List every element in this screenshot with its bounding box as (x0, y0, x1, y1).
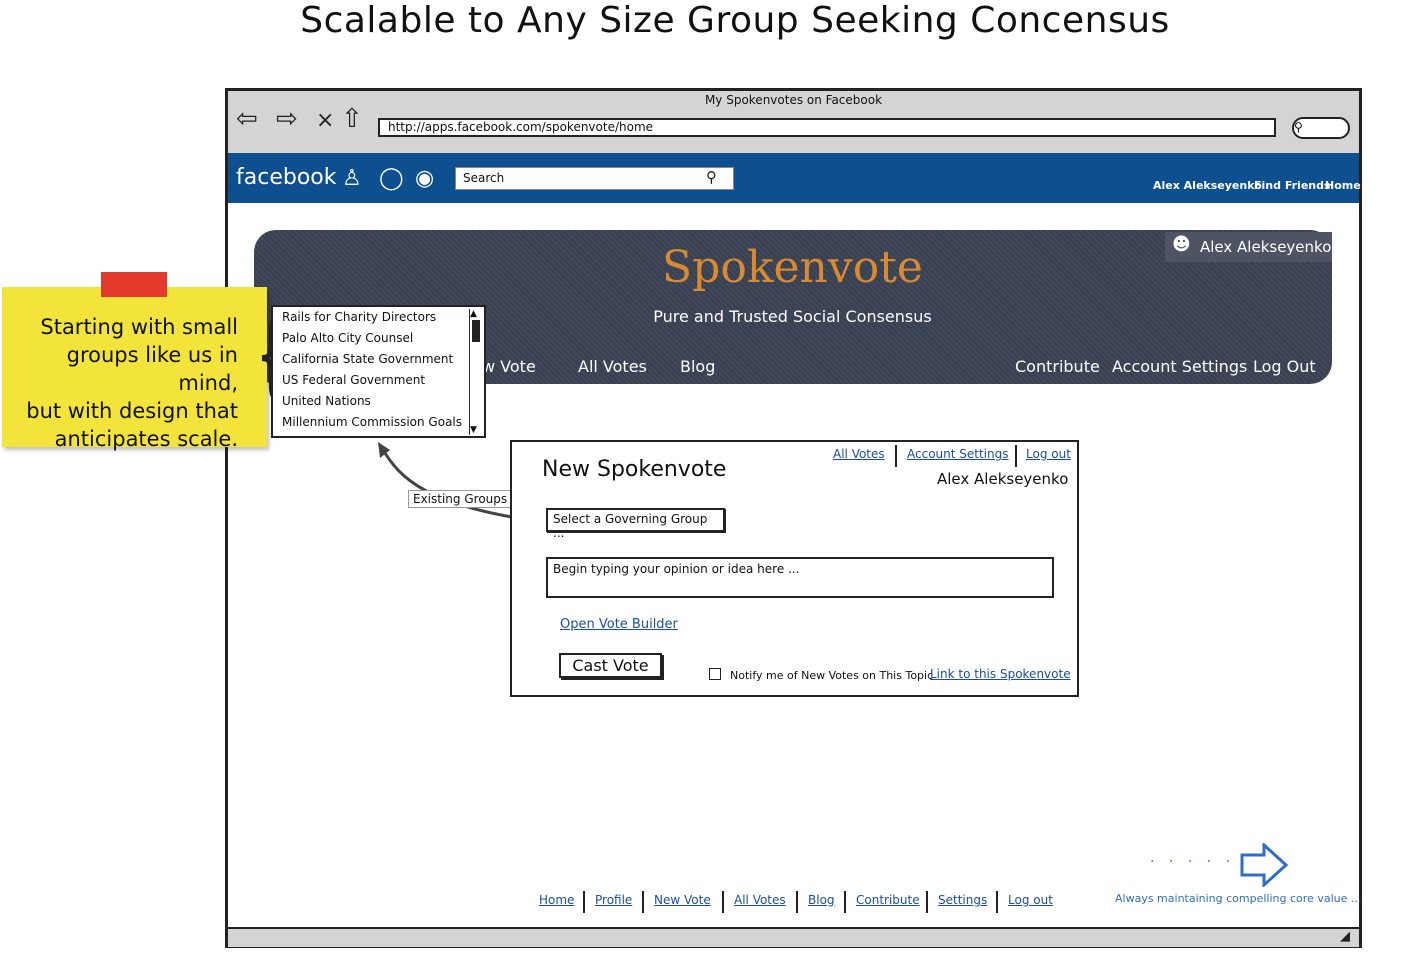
spokenvote-logo-title: Spokenvote (662, 242, 923, 293)
footer-divider (926, 891, 928, 913)
group-list-item[interactable]: US Federal Government (282, 373, 425, 387)
messages-icon[interactable]: ◯ (379, 166, 404, 191)
search-go-icon: ⚲ (1294, 120, 1303, 134)
friends-icon[interactable]: ♙ (342, 166, 362, 191)
notifications-globe-icon[interactable]: ◉ (415, 166, 434, 191)
banner-nav-blog[interactable]: Blog (680, 357, 715, 376)
fb-user-link[interactable]: Alex Alekseyenko (1153, 179, 1262, 192)
back-arrow-icon[interactable]: ⇦ (236, 104, 258, 134)
governing-group-select[interactable]: Select a Governing Group ... (546, 508, 725, 540)
footer-link-blog[interactable]: Blog (808, 893, 835, 907)
sticky-line: groups like us in mind, (66, 343, 238, 395)
link-divider (1015, 445, 1017, 467)
footer-link-contribute[interactable]: Contribute (856, 893, 920, 907)
notify-label: Notify me of New Votes on This Topic (730, 669, 934, 682)
panel-title: New Spokenvote (542, 457, 727, 482)
panel-link-log-out[interactable]: Log out (1026, 447, 1071, 461)
banner-nav-all-votes[interactable]: All Votes (578, 357, 647, 376)
panel-link-all-votes[interactable]: All Votes (833, 447, 885, 461)
sticky-line: anticipates scale. (54, 427, 238, 451)
group-list-item[interactable]: California State Government (282, 352, 453, 366)
fb-find-friends-link[interactable]: Find Friends (1254, 179, 1331, 192)
sticky-note-tape (101, 272, 167, 297)
footer-link-all-votes[interactable]: All Votes (734, 893, 786, 907)
footer-link-home[interactable]: Home (539, 893, 574, 907)
scrollbar-thumb[interactable] (472, 320, 480, 342)
footer-divider (583, 891, 585, 913)
cast-vote-button[interactable]: Cast Vote (559, 653, 662, 678)
footer-divider (642, 891, 644, 913)
home-icon[interactable]: ⇧ (341, 104, 363, 134)
core-value-caption: Always maintaining compelling core value… (1115, 892, 1362, 905)
footer-divider (996, 891, 998, 913)
facebook-search-input[interactable]: Search (455, 167, 734, 190)
group-list-item[interactable]: Millennium Commission Goals (282, 415, 462, 429)
browser-status-bar (228, 927, 1359, 947)
footer-divider (796, 891, 798, 913)
opinion-textarea[interactable]: Begin typing your opinion or idea here .… (546, 557, 1054, 598)
existing-groups-callout: Existing Groups (408, 490, 513, 508)
sticky-line: but with design that (26, 399, 238, 423)
open-vote-builder-link[interactable]: Open Vote Builder (560, 617, 678, 632)
scroll-down-icon[interactable]: ▼ (470, 425, 477, 435)
link-to-spokenvote[interactable]: Link to this Spokenvote (930, 667, 1071, 681)
address-bar[interactable]: http://apps.facebook.com/spokenvote/home (378, 118, 1276, 137)
right-arrow-icon (1240, 843, 1289, 887)
footer-divider (722, 891, 724, 913)
group-list-item[interactable]: United Nations (282, 394, 371, 408)
window-title: My Spokenvotes on Facebook (704, 93, 883, 107)
notify-checkbox[interactable] (709, 668, 721, 680)
scroll-up-icon[interactable]: ▲ (470, 309, 477, 319)
group-list-item[interactable]: Rails for Charity Directors (282, 310, 436, 324)
slide-title: Scalable to Any Size Group Seeking Conce… (300, 0, 1170, 41)
panel-link-account-settings[interactable]: Account Settings (907, 447, 1008, 461)
facebook-logo[interactable]: facebook (236, 165, 336, 190)
fb-home-link[interactable]: Home (1325, 179, 1361, 192)
sticky-line: Starting with small (40, 315, 238, 339)
panel-user-name: Alex Alekseyenko (937, 470, 1069, 488)
footer-link-settings[interactable]: Settings (938, 893, 987, 907)
search-icon[interactable]: ⚲ (706, 168, 717, 186)
banner-nav-contribute[interactable]: Contribute (1015, 357, 1100, 376)
banner-nav-log-out[interactable]: Log Out (1253, 357, 1316, 376)
banner-nav-new-vote[interactable]: w Vote (482, 357, 536, 376)
group-list-item[interactable]: Palo Alto City Counsel (282, 331, 413, 345)
link-divider (895, 445, 897, 467)
sticky-note-text: Starting with small groups like us in mi… (10, 313, 238, 453)
footer-link-profile[interactable]: Profile (595, 893, 632, 907)
forward-arrow-icon[interactable]: ⇨ (276, 104, 298, 134)
banner-nav-account-settings[interactable]: Account Settings (1112, 357, 1247, 376)
close-x-icon[interactable]: × (316, 108, 334, 133)
resize-grip-icon[interactable]: ◢ (1340, 929, 1350, 944)
footer-link-log-out[interactable]: Log out (1008, 893, 1053, 907)
footer-link-new-vote[interactable]: New Vote (654, 893, 711, 907)
footer-divider (844, 891, 846, 913)
